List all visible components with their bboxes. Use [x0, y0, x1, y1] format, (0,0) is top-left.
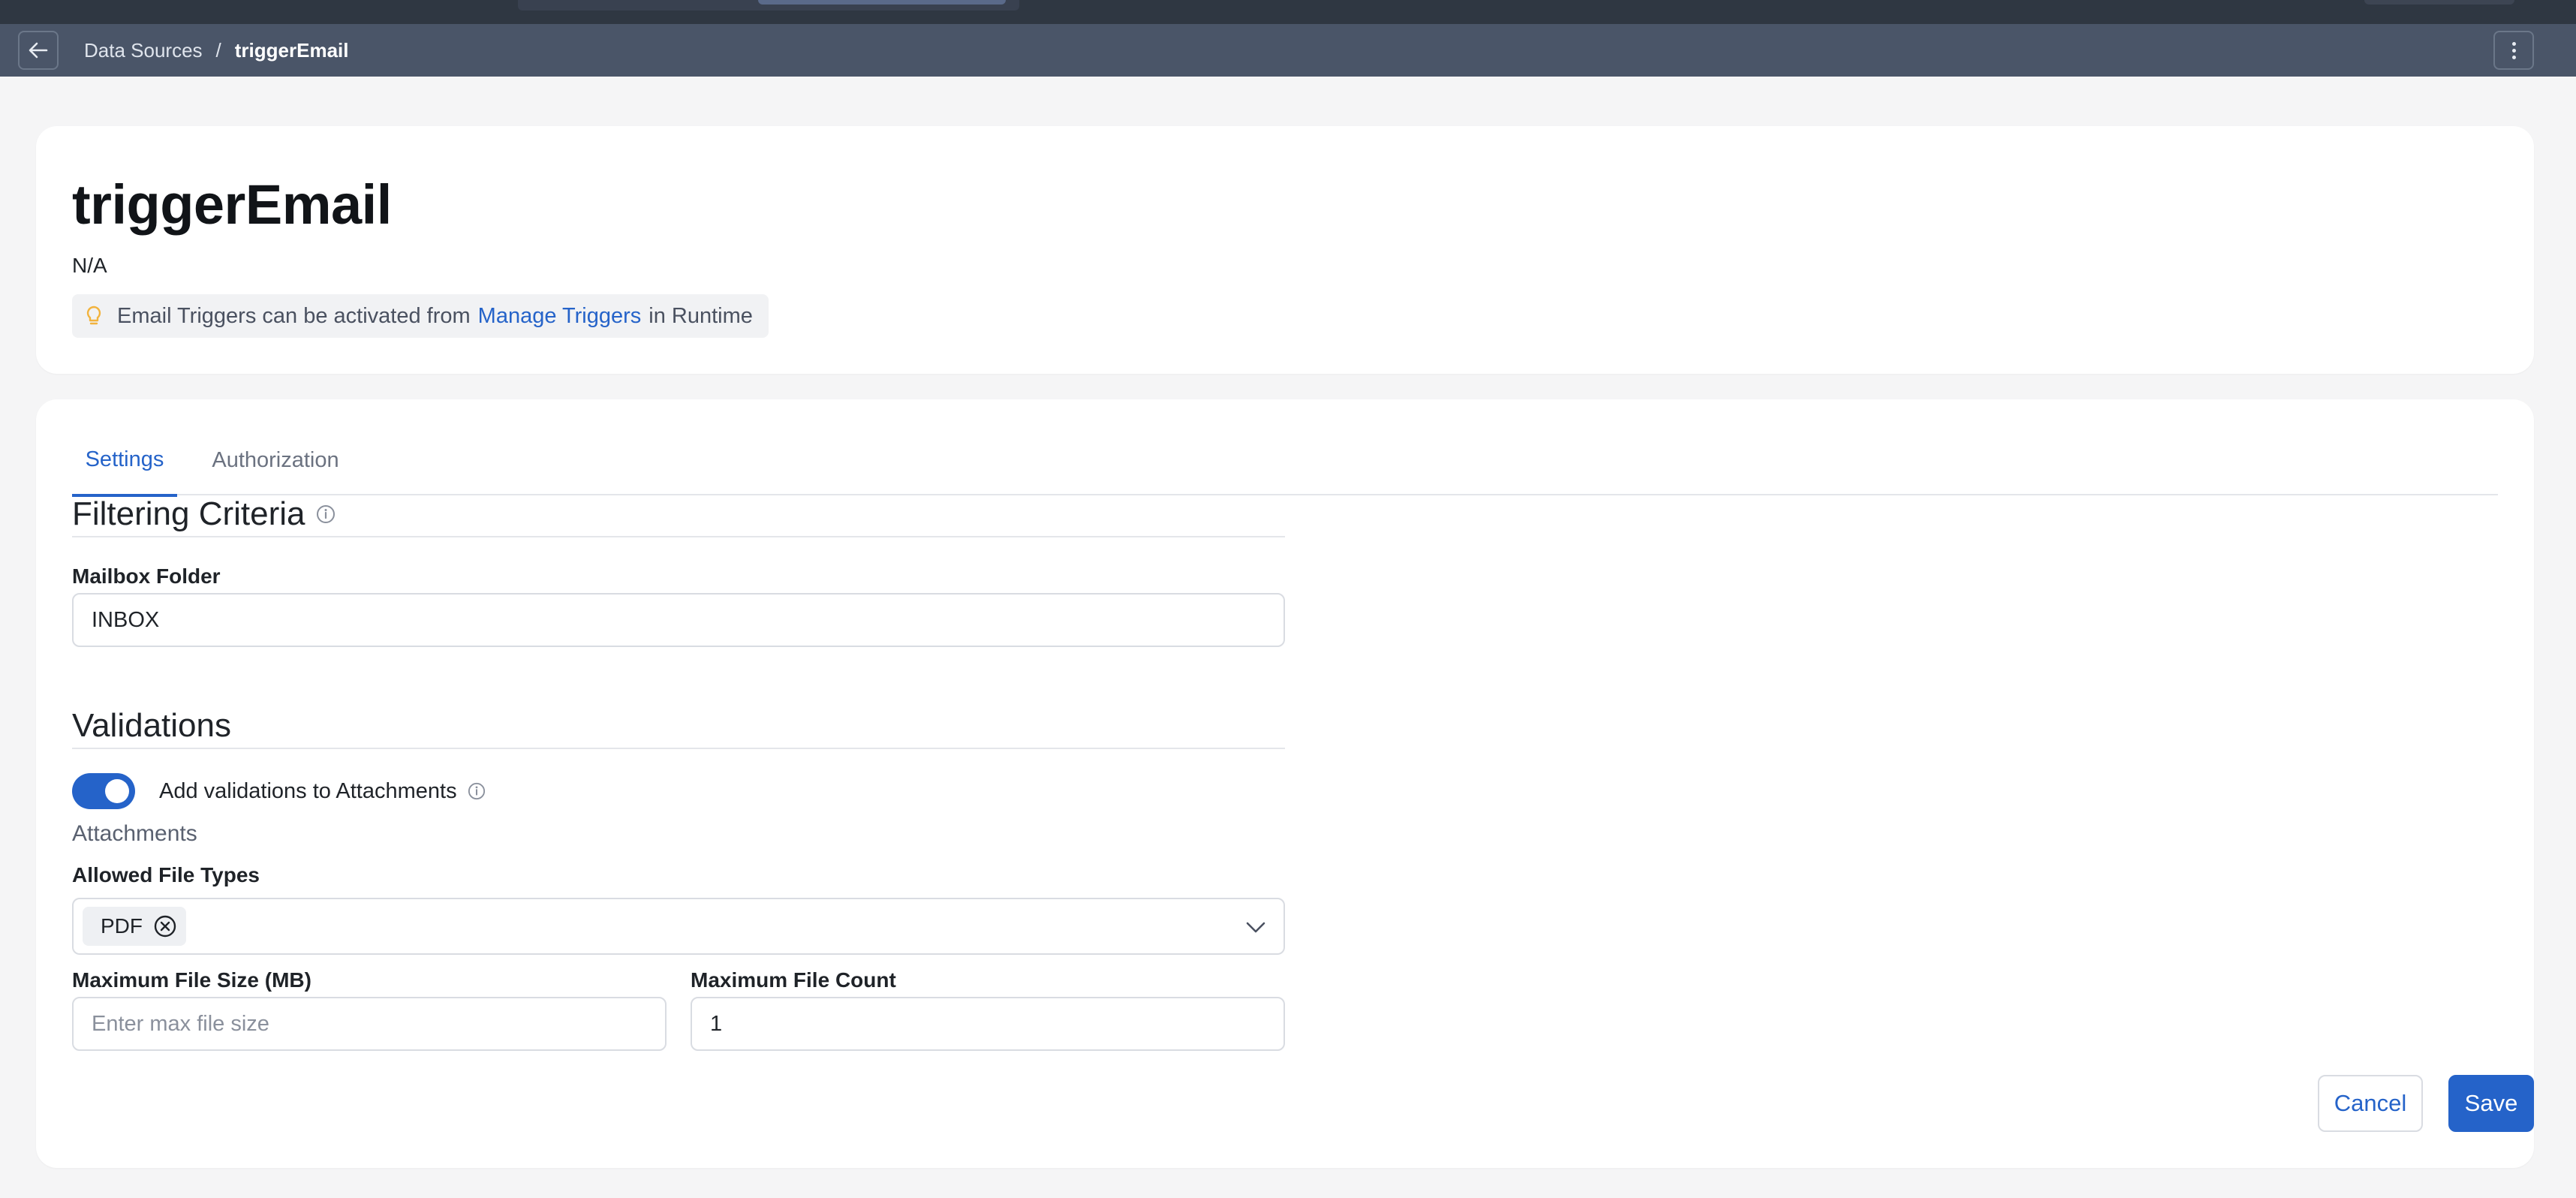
breadcrumb: Data Sources / triggerEmail [84, 24, 348, 77]
breadcrumb-item-current: triggerEmail [234, 38, 349, 62]
back-button[interactable] [18, 31, 59, 70]
section-divider [72, 748, 1285, 749]
max-file-count-label: Maximum File Count [691, 968, 896, 992]
info-icon[interactable] [316, 504, 336, 524]
mailbox-folder-input[interactable] [72, 593, 1285, 647]
top-bar-segment-right [2364, 0, 2514, 5]
info-hint: Email Triggers can be activated from Man… [72, 294, 769, 338]
chevron-down-icon [1244, 916, 1267, 938]
arrow-left-icon [29, 42, 48, 59]
lightbulb-icon [86, 306, 102, 327]
cancel-button[interactable]: Cancel [2318, 1075, 2423, 1132]
top-system-bar [0, 0, 2576, 24]
more-options-button[interactable] [2493, 31, 2534, 70]
hint-text-prefix: Email Triggers can be activated from [117, 303, 471, 328]
page-subtitle: N/A [72, 254, 107, 277]
toggle-knob [105, 779, 129, 803]
attachments-validation-toggle[interactable] [72, 773, 135, 809]
header-card: triggerEmail N/A Email Triggers can be a… [36, 126, 2534, 374]
max-file-count-input[interactable] [691, 997, 1285, 1051]
toggle-label-group: Add validations to Attachments [159, 773, 486, 809]
file-type-chip-label: PDF [101, 914, 143, 938]
max-file-size-input[interactable] [72, 997, 667, 1051]
filtering-criteria-heading: Filtering Criteria [72, 495, 336, 533]
max-file-size-label: Maximum File Size (MB) [72, 968, 311, 992]
tab-bar: Settings Authorization [72, 425, 2498, 497]
section-divider [72, 536, 1285, 537]
validations-title: Validations [72, 707, 231, 744]
validations-heading: Validations [72, 707, 231, 745]
attachments-validation-label: Add validations to Attachments [159, 778, 457, 803]
breadcrumb-item-data-sources[interactable]: Data Sources [84, 39, 203, 62]
allowed-file-types-select[interactable]: PDF [72, 898, 1285, 955]
page-title: triggerEmail [72, 173, 392, 236]
settings-card: Settings Authorization Filtering Criteri… [36, 399, 2534, 1168]
hint-text-suffix: in Runtime [649, 303, 753, 328]
tab-settings[interactable]: Settings [72, 425, 177, 497]
close-circle-icon[interactable] [153, 914, 177, 938]
tab-authorization[interactable]: Authorization [197, 425, 354, 495]
file-type-chip: PDF [83, 907, 186, 946]
kebab-icon [2511, 41, 2516, 59]
top-bar-segment-active [758, 0, 1006, 5]
manage-triggers-link[interactable]: Manage Triggers [478, 304, 642, 329]
navigation-bar: Data Sources / triggerEmail [0, 24, 2576, 77]
attachments-heading: Attachments [72, 821, 197, 846]
filtering-criteria-title: Filtering Criteria [72, 495, 305, 532]
save-button[interactable]: Save [2448, 1075, 2534, 1132]
info-icon[interactable] [468, 782, 486, 800]
breadcrumb-separator: / [215, 38, 221, 62]
mailbox-folder-label: Mailbox Folder [72, 564, 221, 588]
allowed-file-types-label: Allowed File Types [72, 863, 260, 886]
